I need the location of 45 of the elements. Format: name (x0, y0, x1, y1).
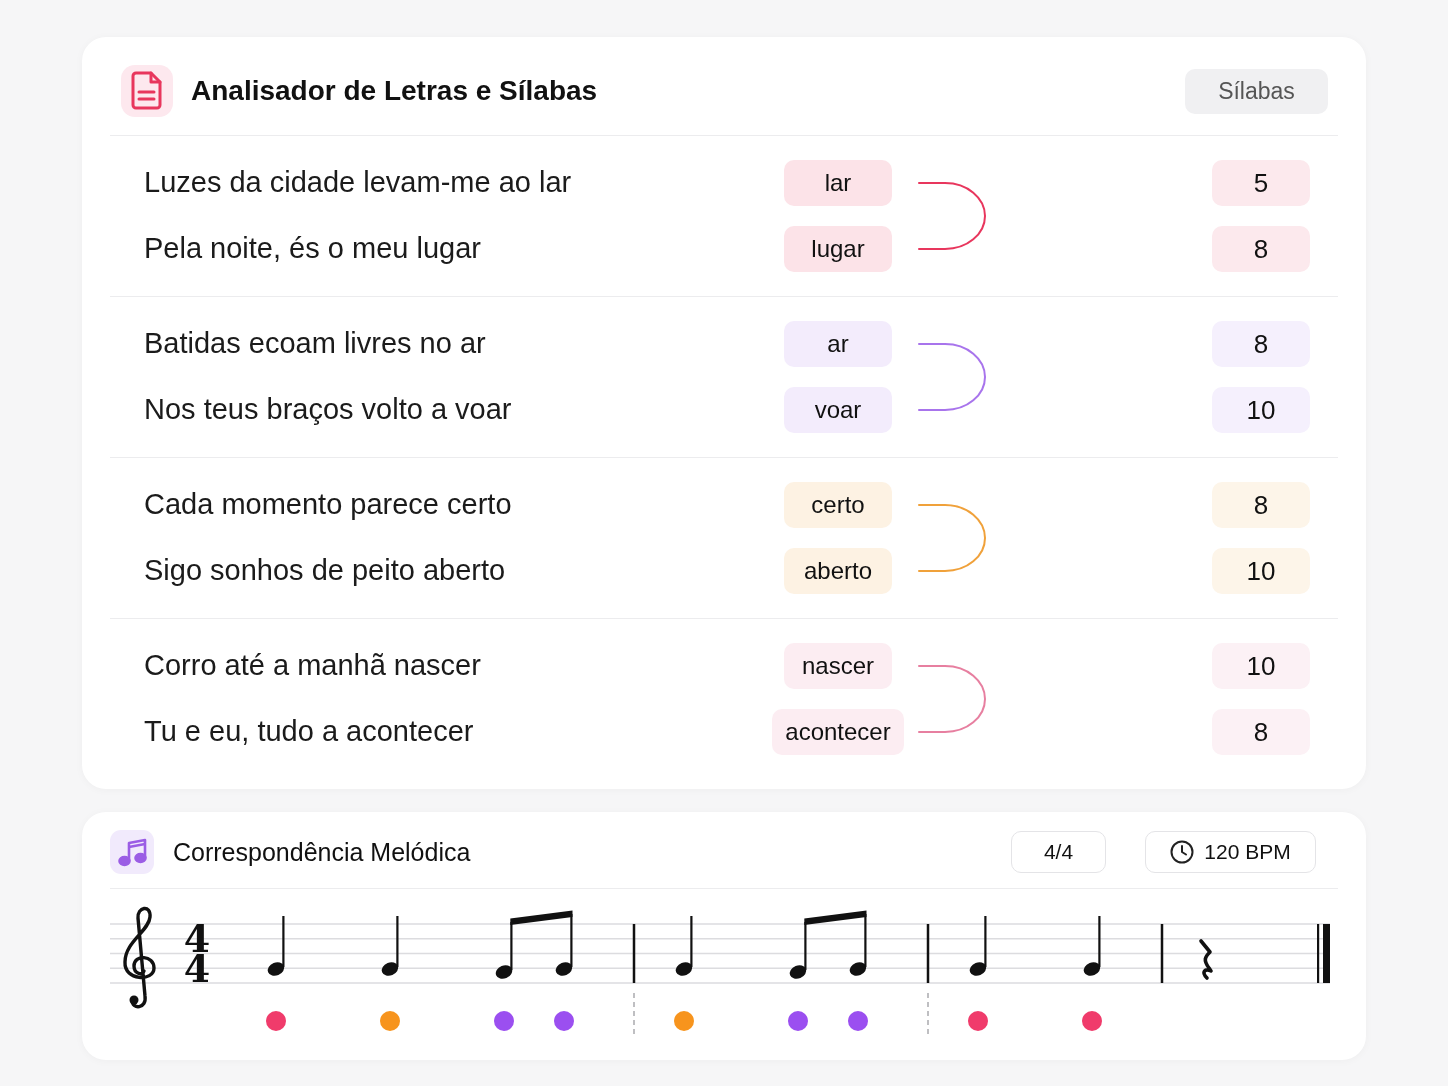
beamed-eighth-notes-icon (789, 910, 867, 979)
lyric-line: Corro até a manhã nascer (144, 648, 481, 684)
bar-line (632, 924, 636, 983)
syllable-count-chip: 8 (1212, 226, 1310, 272)
syllable-count-chip: 8 (1212, 321, 1310, 367)
syllables-header-chip: Sílabas (1185, 68, 1328, 114)
lyric-line: Tu e eu, tudo a acontecer (144, 714, 474, 750)
document-icon (121, 65, 173, 117)
tempo-chip: 120 BPM (1145, 831, 1316, 873)
rhyme-word-chip: certo (784, 482, 892, 528)
beamed-eighth-notes-icon (495, 910, 573, 979)
syllable-count-chip: 10 (1212, 387, 1310, 433)
quarter-rest-icon (1199, 939, 1213, 980)
rhyme-word-chip: lar (784, 160, 892, 206)
rhyme-word-chip: ar (784, 321, 892, 367)
panel-title: Analisador de Letras e Sílabas (191, 74, 598, 108)
time-signature-chip: 4/4 (1011, 831, 1106, 873)
rhyme-word-chip: acontecer (772, 709, 904, 755)
lyric-line: Batidas ecoam livres no ar (144, 326, 486, 362)
clock-icon (1170, 840, 1195, 864)
music-note-icon (110, 830, 154, 874)
time-signature-digit: 4 (182, 953, 212, 983)
panel-title: Correspondência Melódica (173, 837, 471, 867)
lyric-line: Cada momento parece certo (144, 487, 512, 523)
syllable-count-chip: 8 (1212, 482, 1310, 528)
rhyme-word-chip: voar (784, 387, 892, 433)
time-signature-digit: 4 (182, 924, 212, 954)
treble-clef-icon (123, 906, 156, 1009)
syllable-count-chip: 10 (1212, 548, 1310, 594)
lyric-line: Sigo sonhos de peito aberto (144, 553, 506, 589)
rhyme-word-chip: aberto (784, 548, 892, 594)
lyric-line: Nos teus braços volto a voar (144, 392, 512, 428)
bar-line (926, 924, 930, 983)
lyric-line: Luzes da cidade levam-me ao lar (144, 165, 572, 201)
syllable-count-chip: 8 (1212, 709, 1310, 755)
quarter-note-icon (969, 916, 987, 976)
quarter-note-icon (381, 916, 399, 976)
lyric-line: Pela noite, és o meu lugar (144, 231, 481, 267)
rhyme-word-chip: nascer (784, 643, 892, 689)
syllable-count-chip: 5 (1212, 160, 1310, 206)
quarter-note-icon (267, 916, 285, 976)
quarter-note-icon (675, 916, 693, 976)
rhyme-word-chip: lugar (784, 226, 892, 272)
syllable-count-chip: 10 (1212, 643, 1310, 689)
quarter-note-icon (1083, 916, 1101, 976)
